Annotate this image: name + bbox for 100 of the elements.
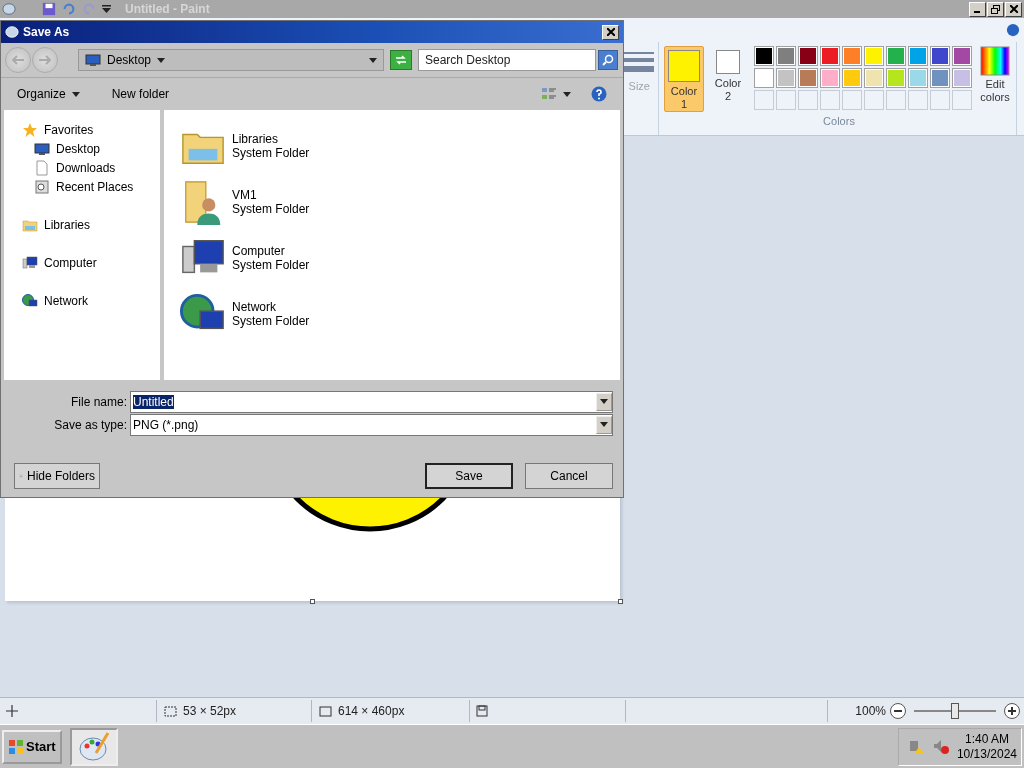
color-slot-button[interactable]: Color 2 <box>708 46 748 112</box>
slider-thumb[interactable] <box>951 703 959 719</box>
file-item[interactable]: VM1 System Folder <box>180 174 310 230</box>
back-arrow-icon <box>12 55 24 65</box>
zoom-level: 100% <box>855 704 886 718</box>
forward-arrow-icon <box>39 55 51 65</box>
empty-swatch[interactable] <box>930 90 950 110</box>
empty-swatch[interactable] <box>754 90 774 110</box>
empty-swatch[interactable] <box>798 90 818 110</box>
undo-icon <box>62 2 76 16</box>
empty-swatch[interactable] <box>776 90 796 110</box>
color-swatch[interactable] <box>754 68 774 88</box>
color-swatch[interactable] <box>952 68 972 88</box>
file-item[interactable]: Network System Folder <box>180 286 310 342</box>
empty-swatch[interactable] <box>820 90 840 110</box>
color-swatch[interactable] <box>886 46 906 66</box>
color-slot-button[interactable]: Color 1 <box>664 46 704 112</box>
plus-icon <box>1008 707 1016 715</box>
nav-tree-item[interactable]: Libraries <box>22 215 160 234</box>
file-name-field[interactable]: Untitled <box>130 390 613 413</box>
caret-icon <box>600 399 608 404</box>
refresh-button[interactable] <box>390 50 412 70</box>
minimize-button[interactable] <box>969 1 986 17</box>
color-swatch[interactable] <box>886 68 906 88</box>
clock-date: 10/13/2024 <box>956 746 1017 762</box>
redo-icon <box>82 2 96 16</box>
file-name-label: File name: <box>69 394 127 409</box>
nav-tree-item[interactable]: Recent Places <box>22 177 160 196</box>
color-swatch[interactable] <box>864 68 884 88</box>
zoom-out-button[interactable] <box>890 703 906 719</box>
restore-button[interactable] <box>987 1 1004 17</box>
nav-tree-item[interactable]: Favorites <box>22 120 160 139</box>
color-swatch[interactable] <box>842 68 862 88</box>
nav-tree-item[interactable]: Network <box>22 291 160 310</box>
color-swatch[interactable] <box>820 68 840 88</box>
palette-brush-icon <box>77 730 110 763</box>
color-swatch[interactable] <box>798 46 818 66</box>
clock-window-icon <box>34 178 50 195</box>
color-swatch[interactable] <box>798 68 818 88</box>
color-swatch[interactable] <box>820 46 840 66</box>
cancel-button[interactable]: Cancel <box>525 463 613 489</box>
network-warning-icon <box>908 738 925 755</box>
paint-task-button[interactable] <box>69 727 118 766</box>
dropdown-button[interactable] <box>596 392 612 411</box>
close-button[interactable] <box>602 24 619 40</box>
address-bar[interactable]: Desktop <box>78 49 384 71</box>
empty-swatch[interactable] <box>864 90 884 110</box>
new-folder-button[interactable]: New folder <box>107 85 174 103</box>
color-swatch[interactable] <box>754 46 774 66</box>
caret-icon <box>563 91 571 97</box>
canvas-size: 614 × 460px <box>338 704 405 718</box>
refresh-icon <box>395 55 407 65</box>
empty-swatch[interactable] <box>842 90 862 110</box>
dropdown-button[interactable] <box>596 415 612 434</box>
color-swatch[interactable] <box>776 46 796 66</box>
nav-tree-item[interactable]: Computer <box>22 253 160 272</box>
organize-button[interactable]: Organize <box>13 85 84 103</box>
empty-swatch[interactable] <box>908 90 928 110</box>
paint-palette-icon <box>5 25 19 39</box>
move-icon <box>6 705 18 717</box>
document-icon <box>34 159 50 176</box>
color-swatch[interactable] <box>952 46 972 66</box>
empty-swatch[interactable] <box>952 90 972 110</box>
start-button[interactable]: Start <box>2 729 62 764</box>
color-swatch[interactable] <box>930 68 950 88</box>
resize-handle[interactable] <box>618 599 623 604</box>
search-icon <box>602 54 614 66</box>
search-button[interactable] <box>598 50 618 70</box>
close-icon <box>1009 5 1018 13</box>
hide-folders-button[interactable]: Hide Folders <box>14 463 100 489</box>
color-swatch[interactable] <box>776 68 796 88</box>
edit-colors-button[interactable]: Edit colors <box>976 46 1014 104</box>
zoom-in-button[interactable] <box>1004 703 1020 719</box>
color-swatch[interactable] <box>930 46 950 66</box>
caret-icon <box>369 57 377 63</box>
selection-size: 53 × 52px <box>183 704 237 718</box>
size-label: Size <box>628 80 650 92</box>
color-swatch[interactable] <box>842 46 862 66</box>
color-swatch[interactable] <box>908 46 928 66</box>
minus-icon <box>894 707 902 715</box>
save-icon <box>42 2 56 16</box>
empty-swatch[interactable] <box>886 90 906 110</box>
file-item[interactable]: Computer System Folder <box>180 230 310 286</box>
search-field[interactable]: Search Desktop <box>418 49 596 71</box>
file-item[interactable]: Libraries System Folder <box>180 118 310 174</box>
nav-tree-item[interactable]: Desktop <box>22 139 160 158</box>
windows-flag-icon <box>8 738 24 755</box>
color-spectrum-icon <box>980 46 1010 76</box>
color-swatch[interactable] <box>864 46 884 66</box>
color-swatch[interactable] <box>908 68 928 88</box>
group-label: Colors <box>823 115 855 127</box>
nav-tree-item[interactable]: Downloads <box>22 158 160 177</box>
restore-icon <box>991 4 1000 14</box>
save-button[interactable]: Save <box>425 463 513 489</box>
close-button[interactable] <box>1005 1 1022 17</box>
selection-icon <box>163 705 177 717</box>
star-icon <box>22 121 38 138</box>
dialog-title: Save As <box>23 25 70 39</box>
save-type-dropdown[interactable]: PNG (*.png) <box>130 413 613 436</box>
resize-handle[interactable] <box>310 599 315 604</box>
